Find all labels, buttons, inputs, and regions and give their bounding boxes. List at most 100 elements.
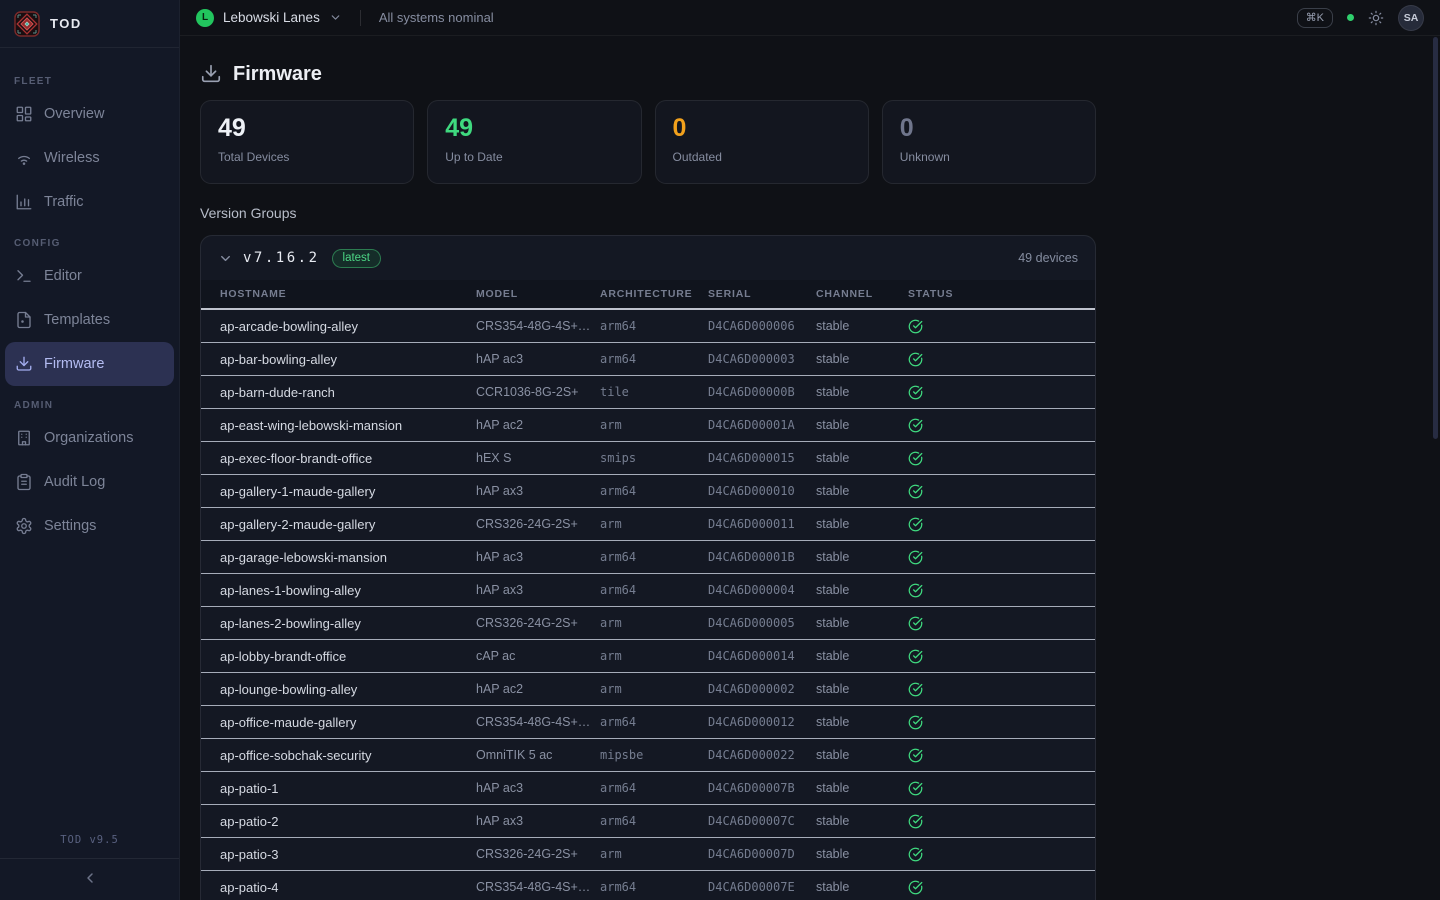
table-row[interactable]: ap-gallery-1-maude-gallery hAP ax3 arm64… <box>201 475 1095 508</box>
architecture-cell: arm64 <box>600 781 708 795</box>
table-row[interactable]: ap-office-sobchak-security OmniTIK 5 ac … <box>201 739 1095 772</box>
topbar-actions: ⌘K SA <box>1297 5 1424 31</box>
page-header: Firmware <box>200 60 1096 88</box>
serial-cell: D4CA6D000002 <box>708 682 816 696</box>
model-cell: CCR1036-8G-2S+ <box>476 385 600 399</box>
serial-cell: D4CA6D00001B <box>708 550 816 564</box>
column-header-model[interactable]: Model <box>476 288 600 300</box>
table-row[interactable]: ap-patio-2 hAP ax3 arm64 D4CA6D00007C st… <box>201 805 1095 838</box>
table-row[interactable]: ap-barn-dude-ranch CCR1036-8G-2S+ tile D… <box>201 376 1095 409</box>
column-header-serial[interactable]: Serial <box>708 288 816 300</box>
channel-cell: stable <box>816 583 908 597</box>
check-circle-icon <box>908 583 923 598</box>
user-avatar[interactable]: SA <box>1398 5 1424 31</box>
sidebar-item-editor[interactable]: Editor <box>5 254 174 298</box>
channel-cell: stable <box>816 781 908 795</box>
model-cell: CRS354-48G-4S+… <box>476 319 600 333</box>
bar-chart-icon <box>15 193 33 211</box>
channel-cell: stable <box>816 715 908 729</box>
table-row[interactable]: ap-patio-1 hAP ac3 arm64 D4CA6D00007B st… <box>201 772 1095 805</box>
column-header-architecture[interactable]: Architecture <box>600 288 708 300</box>
hostname-cell: ap-exec-floor-brandt-office <box>220 451 476 466</box>
hostname-cell: ap-patio-2 <box>220 814 476 829</box>
hostname-cell: ap-garage-lebowski-mansion <box>220 550 476 565</box>
system-status: All systems nominal <box>379 10 494 25</box>
check-circle-icon <box>908 550 923 565</box>
serial-cell: D4CA6D00000B <box>708 385 816 399</box>
column-header-hostname[interactable]: Hostname <box>220 288 476 300</box>
table-row[interactable]: ap-exec-floor-brandt-office hEX S smips … <box>201 442 1095 475</box>
terminal-icon <box>15 267 33 285</box>
sidebar-item-audit-log[interactable]: Audit Log <box>5 460 174 504</box>
architecture-cell: arm <box>600 616 708 630</box>
sidebar-item-overview[interactable]: Overview <box>5 92 174 136</box>
table-row[interactable]: ap-patio-4 CRS354-48G-4S+… arm64 D4CA6D0… <box>201 871 1095 900</box>
status-cell <box>908 319 1095 334</box>
serial-cell: D4CA6D000004 <box>708 583 816 597</box>
stat-value: 0 <box>673 114 851 143</box>
channel-cell: stable <box>816 319 908 333</box>
sidebar-collapse-button[interactable] <box>0 858 179 896</box>
version-group-header[interactable]: v7.16.2 latest 49 devices <box>201 236 1095 280</box>
hostname-cell: ap-patio-3 <box>220 847 476 862</box>
download-icon <box>15 355 33 373</box>
architecture-cell: arm <box>600 847 708 861</box>
architecture-cell: arm64 <box>600 715 708 729</box>
architecture-cell: smips <box>600 451 708 465</box>
sun-icon <box>1368 10 1384 26</box>
check-circle-icon <box>908 616 923 631</box>
layout-grid-icon <box>15 105 33 123</box>
stat-value: 49 <box>445 114 623 143</box>
table-row[interactable]: ap-garage-lebowski-mansion hAP ac3 arm64… <box>201 541 1095 574</box>
architecture-cell: arm64 <box>600 319 708 333</box>
architecture-cell: arm <box>600 649 708 663</box>
status-cell <box>908 814 1095 829</box>
column-header-status[interactable]: Status <box>908 288 1095 300</box>
table-row[interactable]: ap-arcade-bowling-alley CRS354-48G-4S+… … <box>201 310 1095 343</box>
org-switcher[interactable]: L Lebowski Lanes <box>196 9 342 27</box>
sidebar-item-wireless[interactable]: Wireless <box>5 136 174 180</box>
model-cell: hAP ax3 <box>476 814 600 828</box>
model-cell: CRS326-24G-2S+ <box>476 616 600 630</box>
nav-section-admin: ADMIN <box>0 386 179 416</box>
sidebar-item-label: Audit Log <box>44 474 105 490</box>
topbar: L Lebowski Lanes All systems nominal ⌘K … <box>180 0 1440 36</box>
table-row[interactable]: ap-lanes-2-bowling-alley CRS326-24G-2S+ … <box>201 607 1095 640</box>
hostname-cell: ap-patio-1 <box>220 781 476 796</box>
check-circle-icon <box>908 484 923 499</box>
table-row[interactable]: ap-east-wing-lebowski-mansion hAP ac2 ar… <box>201 409 1095 442</box>
check-circle-icon <box>908 517 923 532</box>
stat-label: Outdated <box>673 150 851 164</box>
column-header-channel[interactable]: Channel <box>816 288 908 300</box>
table-row[interactable]: ap-office-maude-gallery CRS354-48G-4S+… … <box>201 706 1095 739</box>
table-row[interactable]: ap-bar-bowling-alley hAP ac3 arm64 D4CA6… <box>201 343 1095 376</box>
architecture-cell: arm <box>600 682 708 696</box>
table-row[interactable]: ap-patio-3 CRS326-24G-2S+ arm D4CA6D0000… <box>201 838 1095 871</box>
chevron-down-icon <box>218 251 233 266</box>
hostname-cell: ap-office-maude-gallery <box>220 715 476 730</box>
table-row[interactable]: ap-lanes-1-bowling-alley hAP ax3 arm64 D… <box>201 574 1095 607</box>
table-row[interactable]: ap-gallery-2-maude-gallery CRS326-24G-2S… <box>201 508 1095 541</box>
building-icon <box>15 429 33 447</box>
sidebar-item-organizations[interactable]: Organizations <box>5 416 174 460</box>
serial-cell: D4CA6D000010 <box>708 484 816 498</box>
sidebar-item-firmware[interactable]: Firmware <box>5 342 174 386</box>
model-cell: CRS326-24G-2S+ <box>476 847 600 861</box>
status-cell <box>908 781 1095 796</box>
model-cell: CRS354-48G-4S+… <box>476 880 600 894</box>
sidebar-item-templates[interactable]: Templates <box>5 298 174 342</box>
check-circle-icon <box>908 847 923 862</box>
vertical-scrollbar[interactable] <box>1433 37 1438 439</box>
theme-toggle-button[interactable] <box>1368 10 1384 26</box>
sidebar-nav: FLEET Overview Wireless Traffic CONFIG E… <box>0 48 179 826</box>
command-palette-shortcut[interactable]: ⌘K <box>1297 8 1333 28</box>
table-row[interactable]: ap-lobby-brandt-office cAP ac arm D4CA6D… <box>201 640 1095 673</box>
table-row[interactable]: ap-lounge-bowling-alley hAP ac2 arm D4CA… <box>201 673 1095 706</box>
status-cell <box>908 352 1095 367</box>
status-cell <box>908 616 1095 631</box>
hostname-cell: ap-lobby-brandt-office <box>220 649 476 664</box>
serial-cell: D4CA6D000022 <box>708 748 816 762</box>
sidebar-item-settings[interactable]: Settings <box>5 504 174 548</box>
sidebar-item-traffic[interactable]: Traffic <box>5 180 174 224</box>
nav-section-fleet: FLEET <box>0 62 179 92</box>
